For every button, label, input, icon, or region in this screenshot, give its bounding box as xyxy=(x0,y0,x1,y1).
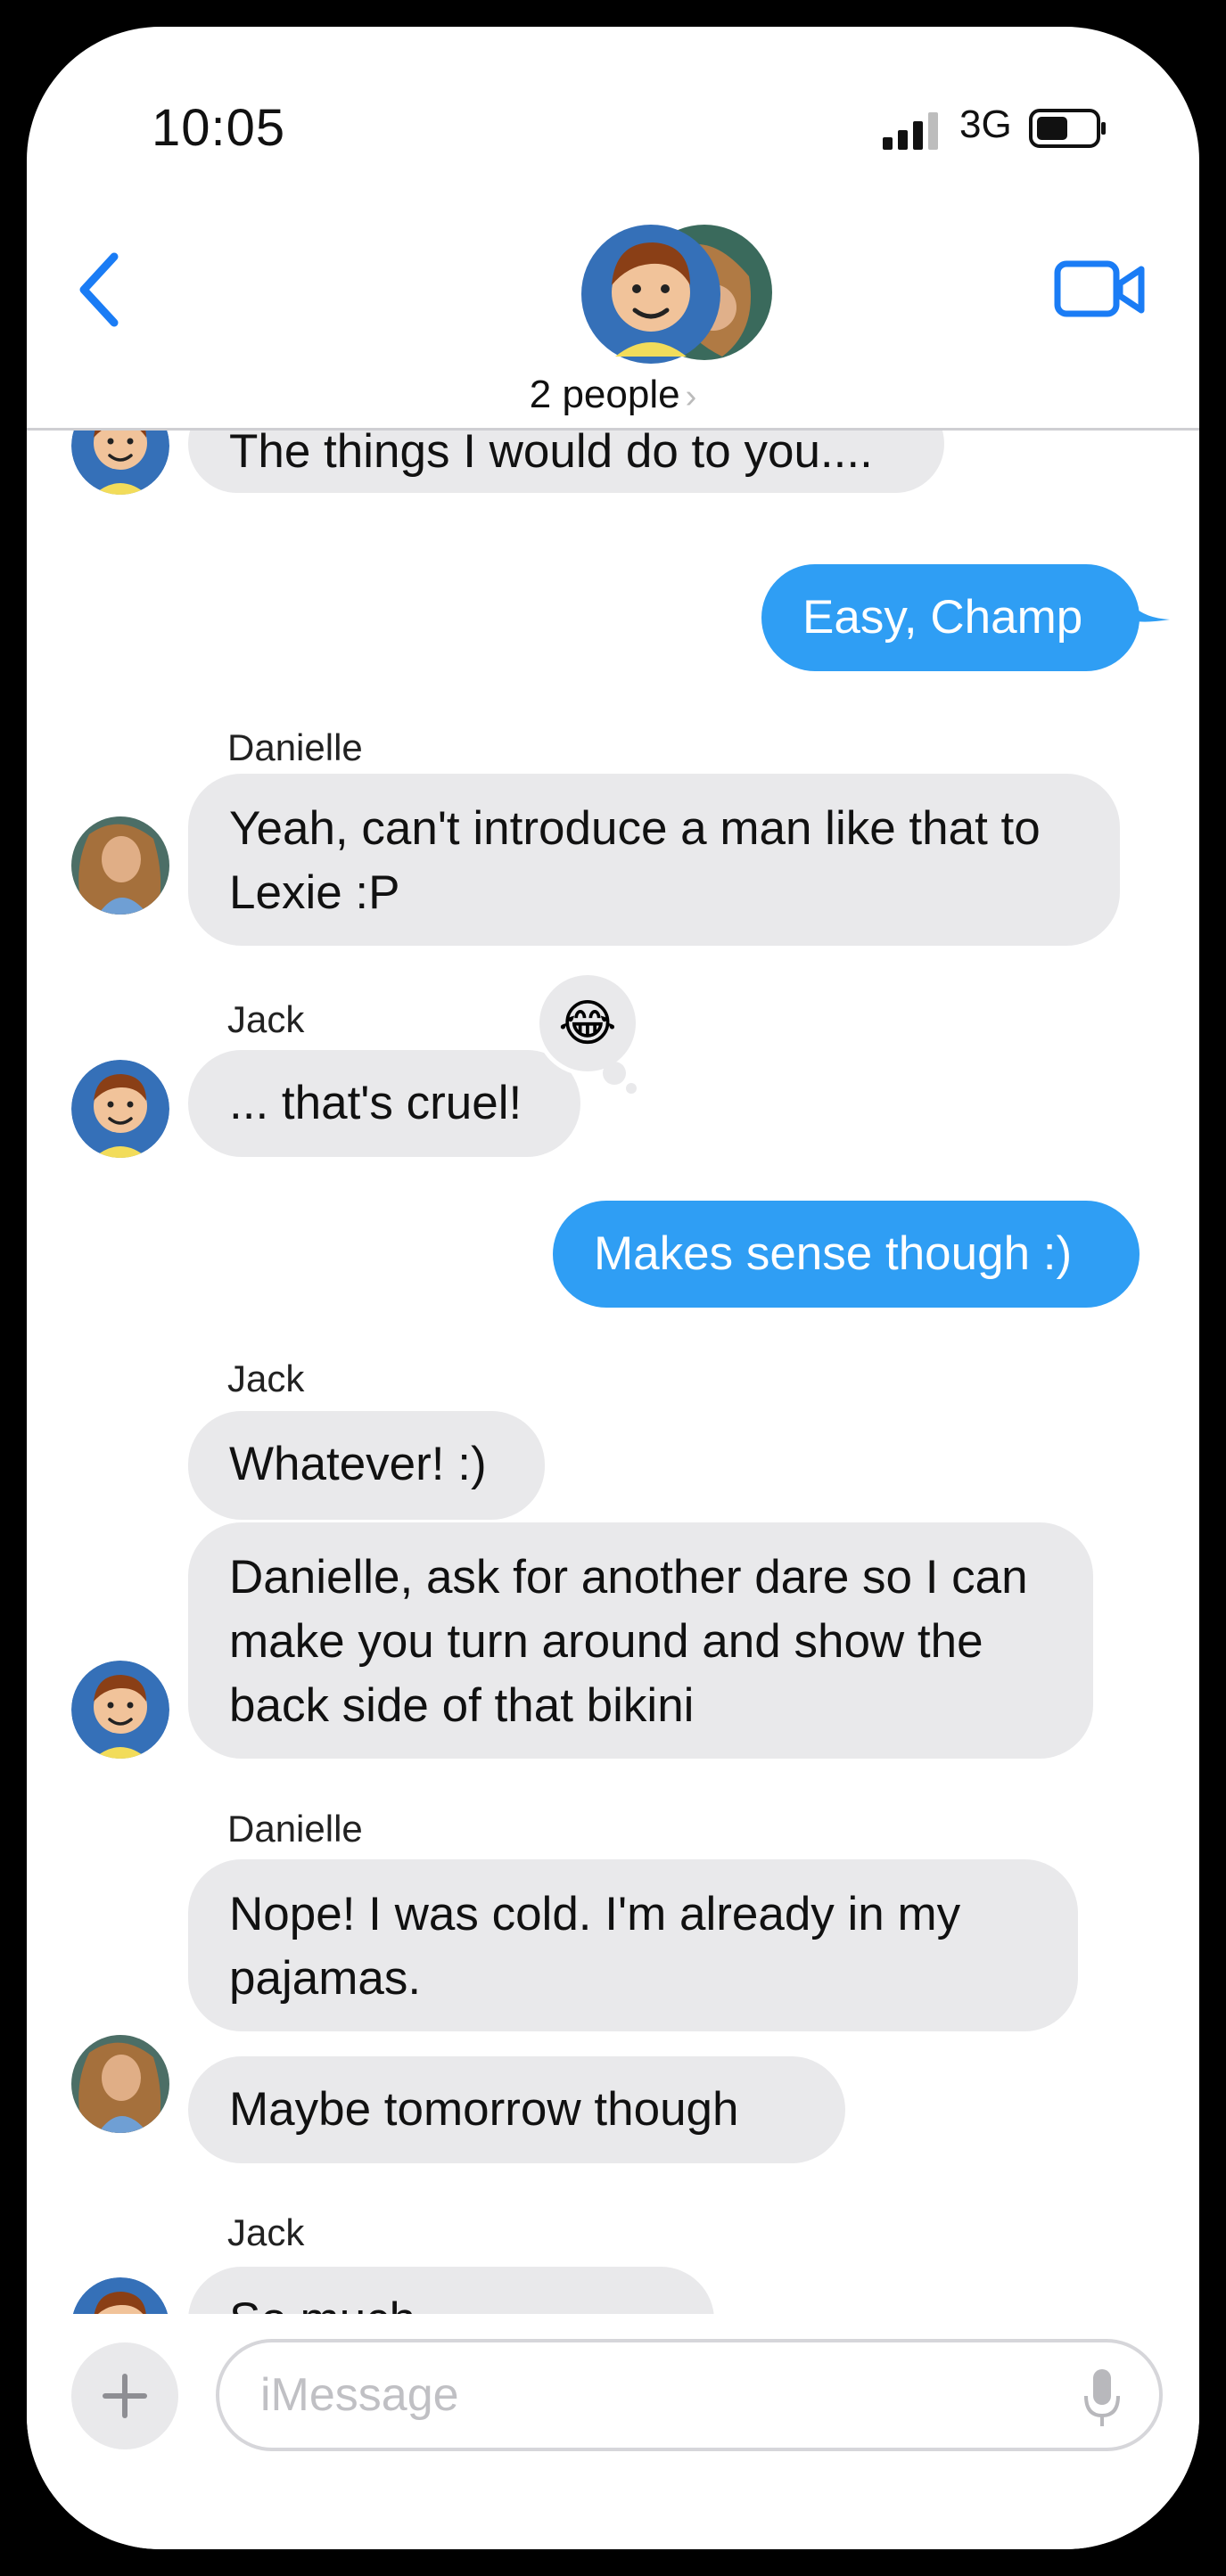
conversation-header: 2 people › xyxy=(27,187,1199,431)
message-text: Nope! I was cold. I'm already in my xyxy=(229,1888,961,1940)
reaction-tail xyxy=(603,1062,626,1085)
message-text: So much appreciated xyxy=(229,2288,673,2314)
status-bar: 10:05 3G xyxy=(27,27,1199,187)
danielle-avatar xyxy=(71,816,169,915)
signal-icon xyxy=(883,112,938,150)
danielle-avatar xyxy=(71,2035,169,2133)
message-bubble[interactable]: Makes sense though :) xyxy=(553,1201,1140,1308)
network-type: 3G xyxy=(959,103,1012,146)
microphone-icon[interactable] xyxy=(1082,2367,1122,2430)
group-avatar[interactable] xyxy=(580,223,776,365)
message-text: Whatever! :) xyxy=(229,1438,487,1490)
message-text: Easy, Champ xyxy=(802,591,1083,644)
message-bubble[interactable]: Easy, Champ xyxy=(761,564,1140,671)
message-text: pajamas. xyxy=(229,1952,422,2005)
jack-avatar xyxy=(71,1661,169,1759)
jack-avatar xyxy=(71,431,169,495)
message-text: Lexie :P xyxy=(229,866,400,919)
jack-avatar xyxy=(71,2277,169,2314)
chevron-right-icon: › xyxy=(685,378,697,415)
message-text: Danielle, ask for another dare so I can xyxy=(229,1551,1028,1604)
message-text: The things I would do to you.... xyxy=(229,431,873,478)
message-bubble[interactable]: Danielle, ask for another dare so I can … xyxy=(188,1522,1093,1759)
participants-label: 2 people xyxy=(529,373,680,416)
sender-name: Jack xyxy=(227,2211,305,2253)
message-bubble[interactable]: The things I would do to you.... xyxy=(188,431,944,493)
message-text: make you turn around and show the xyxy=(229,1615,983,1668)
participants-count[interactable]: 2 people › xyxy=(27,373,1199,417)
message-bubble[interactable]: So much appreciated xyxy=(188,2267,714,2314)
message-input[interactable] xyxy=(259,2359,1029,2432)
message-bubble[interactable]: Nope! I was cold. I'm already in my paja… xyxy=(188,1859,1078,2031)
apps-button[interactable] xyxy=(71,2342,178,2449)
message-bubble[interactable]: Whatever! :) xyxy=(188,1411,545,1520)
video-camera-icon[interactable] xyxy=(1052,250,1150,330)
message-bubble[interactable]: Maybe tomorrow though xyxy=(188,2056,845,2163)
message-text: ... that's cruel! xyxy=(229,1077,522,1129)
message-bubble[interactable]: ... that's cruel! xyxy=(188,1050,580,1157)
status-time: 10:05 xyxy=(152,99,286,157)
message-text: Makes sense though :) xyxy=(594,1227,1073,1280)
reaction-tail-dot xyxy=(626,1083,637,1094)
jack-avatar xyxy=(71,1060,169,1158)
sender-name: Danielle xyxy=(227,726,363,768)
plus-icon xyxy=(103,2374,147,2418)
tears-of-joy-emoji: 😂 xyxy=(558,995,617,1051)
message-bubble[interactable]: Yeah, can't introduce a man like that to… xyxy=(188,774,1120,946)
message-list[interactable]: The things I would do to you.... Easy, C… xyxy=(27,431,1199,2314)
message-text: Maybe tomorrow though xyxy=(229,2083,739,2136)
message-text: Yeah, can't introduce a man like that to xyxy=(229,802,1041,855)
sender-name: Jack xyxy=(227,1358,305,1399)
message-input-container xyxy=(216,2339,1163,2451)
back-chevron-icon[interactable] xyxy=(62,241,143,339)
sender-name: Danielle xyxy=(227,1808,363,1850)
compose-bar xyxy=(27,2314,1199,2549)
reaction-badge[interactable]: 😂 xyxy=(535,971,640,1076)
message-text: back side of that bikini xyxy=(229,1679,695,1732)
phone-screen: 10:05 3G 2 people › The things I would d… xyxy=(27,27,1199,2549)
battery-icon xyxy=(1029,109,1106,148)
sender-name: Jack xyxy=(227,998,305,1040)
